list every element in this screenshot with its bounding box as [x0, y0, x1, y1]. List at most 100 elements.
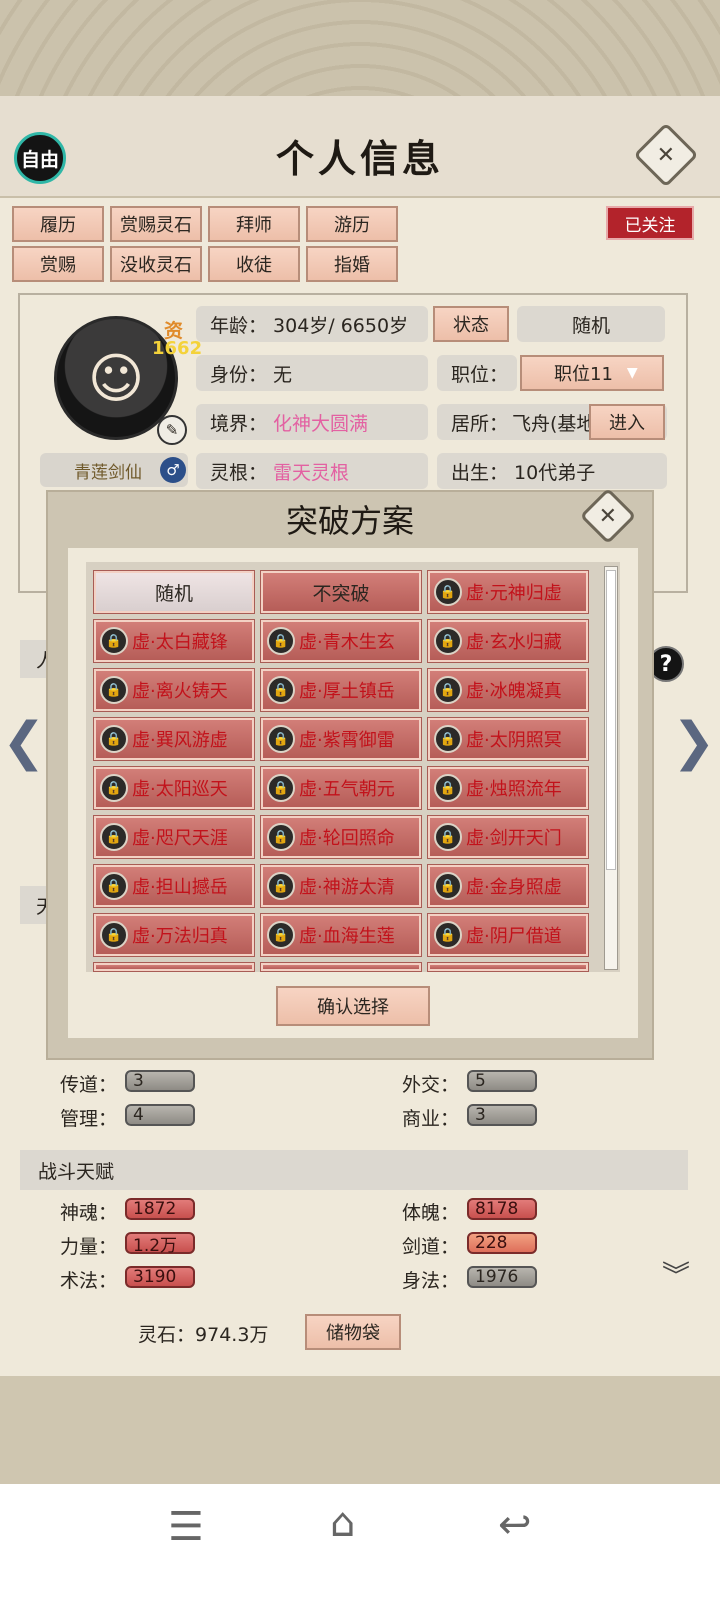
soul-label: 神魂： — [60, 1202, 118, 1224]
lock-icon: 🔒 — [434, 725, 462, 753]
lock-icon: 🔒 — [434, 921, 462, 949]
breakthrough-option[interactable]: 🔒 虚·厚土镇岳 — [261, 669, 421, 711]
travel-button[interactable]: 游历 — [306, 206, 398, 242]
breakthrough-option[interactable]: 🔒 虚·咫尺天涯 — [94, 816, 254, 858]
breakthrough-option-partial — [94, 963, 254, 971]
option-label: 虚·厚土镇岳 — [299, 681, 395, 702]
random-button[interactable]: 随机 — [517, 306, 665, 342]
confirm-selection-button[interactable]: 确认选择 — [276, 986, 430, 1026]
birth-label: 出生： — [451, 461, 509, 484]
option-label: 虚·巽风游虚 — [132, 730, 228, 751]
option-label: 虚·血海生莲 — [299, 926, 395, 947]
option-label: 虚·剑开天门 — [466, 828, 562, 849]
breakthrough-option[interactable]: 🔒 虚·紫霄御雷 — [261, 718, 421, 760]
breakthrough-option[interactable]: 🔒 虚·烛照流年 — [428, 767, 588, 809]
breakthrough-option[interactable]: 随机 — [94, 571, 254, 613]
realm-field: 境界： 化神大圆满 — [196, 404, 428, 440]
breakthrough-option[interactable]: 🔒 虚·太阳巡天 — [94, 767, 254, 809]
option-label: 虚·担山撼岳 — [132, 877, 228, 898]
residence-label: 居所： — [451, 412, 509, 435]
spirit-stone-label: 灵石： — [138, 1324, 196, 1346]
close-button[interactable]: ✕ — [633, 122, 699, 188]
option-label: 虚·元神归虚 — [466, 583, 562, 604]
age-field: 年龄： 304岁/ 6650岁 — [196, 306, 428, 342]
lock-icon: 🔒 — [100, 921, 128, 949]
sword-label: 剑道： — [402, 1236, 460, 1258]
storage-bag-button[interactable]: 储物袋 — [305, 1314, 401, 1350]
strength-label: 力量： — [60, 1236, 118, 1258]
reward-button[interactable]: 赏赐 — [12, 246, 104, 282]
lock-icon: 🔒 — [100, 725, 128, 753]
lock-icon: 🔒 — [100, 676, 128, 704]
option-label: 虚·神游太清 — [299, 877, 395, 898]
breakthrough-option[interactable]: 🔒 虚·太阴照冥 — [428, 718, 588, 760]
commerce-label: 商业： — [402, 1108, 460, 1130]
breakthrough-option[interactable]: 🔒 虚·冰魄凝真 — [428, 669, 588, 711]
options-scroll-thumb[interactable] — [606, 570, 616, 870]
breakthrough-option[interactable]: 🔒 虚·阴尸借道 — [428, 914, 588, 956]
breakthrough-option[interactable]: 🔒 虚·神游太清 — [261, 865, 421, 907]
option-label: 虚·阴尸借道 — [466, 926, 562, 947]
modal-title: 突破方案 — [285, 502, 414, 540]
followed-button[interactable]: 已关注 — [606, 206, 694, 240]
breakthrough-option-partial — [261, 963, 421, 971]
history-button[interactable]: 履历 — [12, 206, 104, 242]
back-icon[interactable]: ↩ — [498, 1502, 532, 1548]
spirit-root-value: 雷天灵根 — [273, 461, 350, 484]
edit-pen-icon[interactable]: ✎ — [157, 415, 187, 445]
status-button[interactable]: 状态 — [433, 306, 509, 342]
breakthrough-option[interactable]: 🔒 虚·玄水归藏 — [428, 620, 588, 662]
breakthrough-option[interactable]: 🔒 虚·离火铸天 — [94, 669, 254, 711]
position-select[interactable]: 职位11 ▼ — [520, 355, 664, 391]
free-mode-badge[interactable]: 自由 — [14, 132, 66, 184]
strength-value: 1.2万 — [125, 1232, 195, 1256]
previous-arrow-icon[interactable]: ❮ — [2, 712, 46, 772]
breakthrough-option[interactable]: 🔒 虚·青木生玄 — [261, 620, 421, 662]
option-label: 虚·五气朝元 — [299, 779, 395, 800]
chevron-down-icon: ▼ — [626, 365, 638, 381]
lock-icon: 🔒 — [100, 823, 128, 851]
enter-button[interactable]: 进入 — [589, 404, 665, 440]
confiscate-stones-button[interactable]: 没收灵石 — [110, 246, 202, 282]
breakthrough-option[interactable]: 🔒 虚·万法归真 — [94, 914, 254, 956]
breakthrough-option[interactable]: 🔒 虚·五气朝元 — [261, 767, 421, 809]
lock-icon: 🔒 — [434, 774, 462, 802]
lock-icon: 🔒 — [100, 627, 128, 655]
reward-stones-button[interactable]: 赏赐灵石 — [110, 206, 202, 242]
breakthrough-option[interactable]: 🔒 虚·元神归虚 — [428, 571, 588, 613]
close-icon: ✕ — [598, 503, 618, 529]
apprentice-button[interactable]: 拜师 — [208, 206, 300, 242]
option-label: 虚·青木生玄 — [299, 632, 395, 653]
position-value: 职位11 — [554, 364, 613, 385]
breakthrough-option[interactable]: 🔒 虚·巽风游虚 — [94, 718, 254, 760]
menu-icon[interactable]: ☰ — [168, 1504, 204, 1550]
mentor-value: 3 — [125, 1070, 195, 1092]
lock-icon: 🔒 — [434, 676, 462, 704]
take-disciple-button[interactable]: 收徒 — [208, 246, 300, 282]
breakthrough-option[interactable]: 🔒 虚·金身照虚 — [428, 865, 588, 907]
breakthrough-option[interactable]: 🔒 虚·剑开天门 — [428, 816, 588, 858]
breakthrough-option[interactable]: 🔒 虚·血海生莲 — [261, 914, 421, 956]
identity-label: 身份： — [210, 363, 268, 386]
manage-value: 4 — [125, 1104, 195, 1126]
agility-value: 1976 — [467, 1266, 537, 1288]
next-arrow-icon[interactable]: ❯ — [672, 712, 716, 772]
birth-field: 出生： 10代弟子 — [437, 453, 667, 489]
option-label: 不突破 — [312, 582, 370, 605]
lock-icon: 🔒 — [267, 823, 295, 851]
spell-value: 3190 — [125, 1266, 195, 1288]
breakthrough-option[interactable]: 🔒 虚·担山撼岳 — [94, 865, 254, 907]
lock-icon: 🔒 — [434, 823, 462, 851]
body-label: 体魄： — [402, 1202, 460, 1224]
breakthrough-option[interactable]: 🔒 虚·太白藏锋 — [94, 620, 254, 662]
soul-value: 1872 — [125, 1198, 195, 1220]
scroll-down-icon[interactable]: ︾ — [662, 1254, 690, 1294]
lock-icon: 🔒 — [267, 627, 295, 655]
breakthrough-option-partial — [428, 963, 588, 971]
close-icon: ✕ — [656, 142, 676, 168]
breakthrough-option[interactable]: 不突破 — [261, 571, 421, 613]
arrange-marriage-button[interactable]: 指婚 — [306, 246, 398, 282]
modal-close-button[interactable]: ✕ — [579, 487, 637, 545]
home-icon[interactable]: ⌂ — [330, 1500, 355, 1546]
breakthrough-option[interactable]: 🔒 虚·轮回照命 — [261, 816, 421, 858]
